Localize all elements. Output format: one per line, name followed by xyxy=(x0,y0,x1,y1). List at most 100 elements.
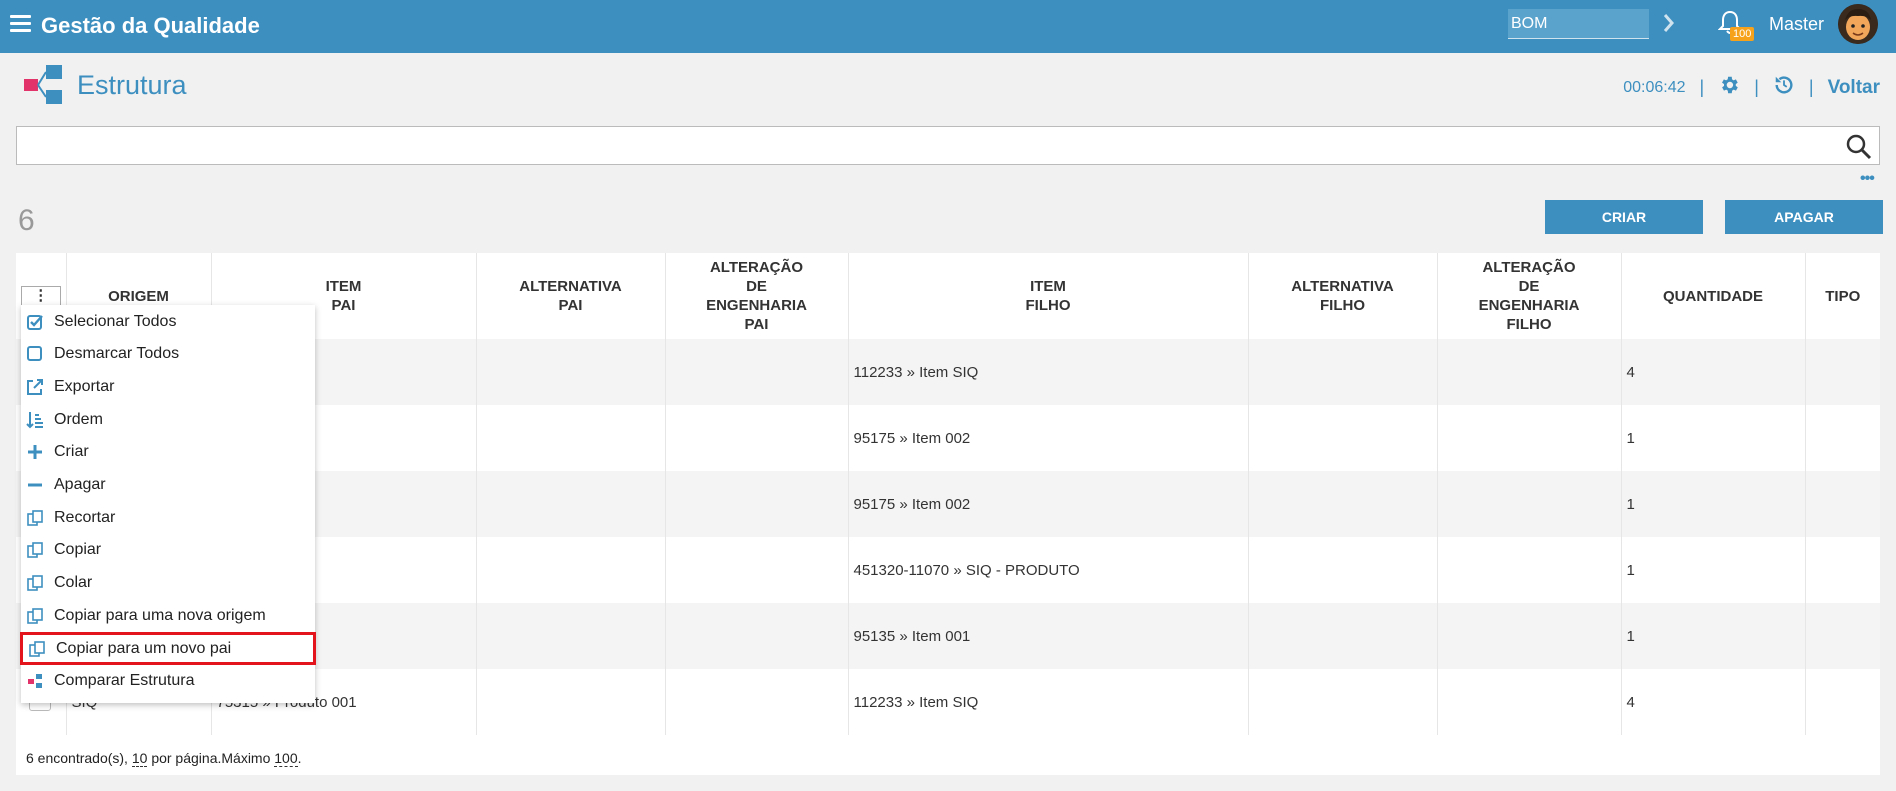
item-filho-cell: 95175 » Item 002 xyxy=(847,471,1248,537)
menu-item-copiar[interactable]: Copiar xyxy=(21,535,315,565)
history-refresh-icon[interactable] xyxy=(1773,74,1795,101)
quantidade-cell: 1 xyxy=(1620,537,1805,603)
column-header-alternativa-filho[interactable]: ALTERNATIVA FILHO xyxy=(1247,253,1437,339)
alteracao-eng-pai-cell xyxy=(664,603,848,669)
copy-icon xyxy=(27,639,47,659)
tipo-cell xyxy=(1804,339,1880,405)
table-context-menu: Selecionar Todos Desmarcar Todos Exportar O… xyxy=(20,305,316,703)
menu-item-criar[interactable]: Criar xyxy=(21,437,315,467)
menu-item-apagar[interactable]: Apagar xyxy=(21,470,315,500)
table-menu-button[interactable]: ⋮ xyxy=(20,285,61,307)
separator: | xyxy=(1808,77,1814,97)
search-box xyxy=(16,126,1880,165)
chevron-right-icon[interactable] xyxy=(1662,12,1676,39)
column-header-quantidade[interactable]: QUANTIDADE xyxy=(1620,253,1805,339)
menu-item-exportar[interactable]: Exportar xyxy=(21,372,315,402)
hamburger-menu-icon[interactable] xyxy=(10,15,31,34)
alternativa-pai-cell xyxy=(475,339,665,405)
item-filho-cell: 112233 » Item SIQ xyxy=(847,339,1248,405)
menu-item-colar[interactable]: Colar xyxy=(21,568,315,598)
menu-item-copiar-para-uma-nova-origem[interactable]: Copiar para uma nova origem xyxy=(21,601,315,631)
quantidade-cell: 4 xyxy=(1620,339,1805,405)
alternativa-filho-cell xyxy=(1247,669,1437,735)
back-link[interactable]: Voltar xyxy=(1828,77,1880,99)
alternativa-pai-cell xyxy=(475,405,665,471)
checkbox-checked-icon xyxy=(25,312,45,332)
results-count: 6 xyxy=(18,204,35,237)
copy-icon xyxy=(25,540,45,560)
alternativa-pai-cell xyxy=(475,669,665,735)
alteracao-eng-pai-cell xyxy=(664,339,848,405)
menu-item-label: Copiar xyxy=(54,541,102,558)
alternativa-filho-cell xyxy=(1247,603,1437,669)
alteracao-eng-filho-cell xyxy=(1436,405,1621,471)
search-icon[interactable] xyxy=(1845,133,1873,166)
menu-item-label: Criar xyxy=(54,443,89,460)
alteracao-eng-filho-cell xyxy=(1436,669,1621,735)
item-filho-cell: 451320-11070 » SIQ - PRODUTO xyxy=(847,537,1248,603)
gear-icon[interactable] xyxy=(1718,74,1740,101)
avatar[interactable] xyxy=(1838,4,1878,44)
menu-item-desmarcar-todos[interactable]: Desmarcar Todos xyxy=(21,339,315,369)
tipo-cell xyxy=(1804,537,1880,603)
alteracao-eng-filho-cell xyxy=(1436,537,1621,603)
item-filho-cell: 112233 » Item SIQ xyxy=(847,669,1248,735)
top-bar: Gestão da Qualidade 100 Master xyxy=(0,0,1896,53)
structure-icon xyxy=(22,64,66,111)
external-link-icon xyxy=(25,377,45,397)
structure-icon xyxy=(25,671,45,691)
column-header-alternativa-pai[interactable]: ALTERNATIVA PAI xyxy=(475,253,665,339)
copy-icon xyxy=(25,508,45,528)
tipo-cell xyxy=(1804,603,1880,669)
quantidade-cell: 1 xyxy=(1620,471,1805,537)
item-filho-cell: 95135 » Item 001 xyxy=(847,603,1248,669)
copy-icon xyxy=(25,573,45,593)
sort-icon xyxy=(25,410,45,430)
column-header-alteracao-eng-filho[interactable]: ALTERAÇÃO DE ENGENHARIA FILHO xyxy=(1436,253,1621,339)
menu-item-comparar-estrutura[interactable]: Comparar Estrutura xyxy=(21,666,315,696)
column-header-tipo[interactable]: TIPO xyxy=(1804,253,1880,339)
delete-button[interactable]: APAGAR xyxy=(1725,200,1883,234)
per-page-selector[interactable]: 10 xyxy=(131,750,148,767)
session-timer: 00:06:42 xyxy=(1623,78,1686,96)
checkbox-empty-icon xyxy=(25,344,45,364)
alternativa-filho-cell xyxy=(1247,339,1437,405)
search-input[interactable] xyxy=(17,127,1879,164)
menu-item-copiar-para-um-novo-pai[interactable]: Copiar para um novo pai xyxy=(20,632,316,665)
notification-badge: 100 xyxy=(1730,27,1755,41)
plus-icon xyxy=(25,442,45,462)
alteracao-eng-filho-cell xyxy=(1436,339,1621,405)
alteracao-eng-pai-cell xyxy=(664,669,848,735)
more-options-icon[interactable]: ••• xyxy=(1860,170,1875,188)
copy-icon xyxy=(25,606,45,626)
user-name[interactable]: Master xyxy=(1769,14,1824,35)
max-results-selector[interactable]: 100 xyxy=(274,750,298,767)
menu-item-label: Copiar para uma nova origem xyxy=(54,607,266,624)
menu-item-label: Comparar Estrutura xyxy=(54,672,195,689)
menu-item-selecionar-todos[interactable]: Selecionar Todos xyxy=(21,307,315,337)
alteracao-eng-filho-cell xyxy=(1436,603,1621,669)
quantidade-cell: 4 xyxy=(1620,669,1805,735)
alteracao-eng-pai-cell xyxy=(664,405,848,471)
tipo-cell xyxy=(1804,405,1880,471)
alternativa-pai-cell xyxy=(475,537,665,603)
header-actions: 00:06:42 | | | Voltar xyxy=(1623,74,1880,101)
column-header-alteracao-eng-pai[interactable]: ALTERAÇÃO DE ENGENHARIA PAI xyxy=(664,253,848,339)
app-title: Gestão da Qualidade xyxy=(41,13,260,38)
alternativa-pai-cell xyxy=(475,471,665,537)
menu-item-label: Exportar xyxy=(54,378,115,395)
quantidade-cell: 1 xyxy=(1620,405,1805,471)
page-title: Estrutura xyxy=(77,70,187,100)
tipo-cell xyxy=(1804,471,1880,537)
module-input[interactable] xyxy=(1508,9,1649,39)
item-filho-cell: 95175 » Item 002 xyxy=(847,405,1248,471)
create-button[interactable]: CRIAR xyxy=(1545,200,1703,234)
column-header-item-filho[interactable]: ITEM FILHO xyxy=(847,253,1248,339)
pagination-footer: 6 encontrado(s), 10 por página.Máximo 10… xyxy=(26,750,302,767)
menu-item-label: Colar xyxy=(54,574,93,591)
separator: | xyxy=(1699,77,1705,97)
menu-item-recortar[interactable]: Recortar xyxy=(21,503,315,533)
alternativa-filho-cell xyxy=(1247,537,1437,603)
menu-item-label: Selecionar Todos xyxy=(54,313,177,330)
menu-item-ordem[interactable]: Ordem xyxy=(21,405,315,435)
